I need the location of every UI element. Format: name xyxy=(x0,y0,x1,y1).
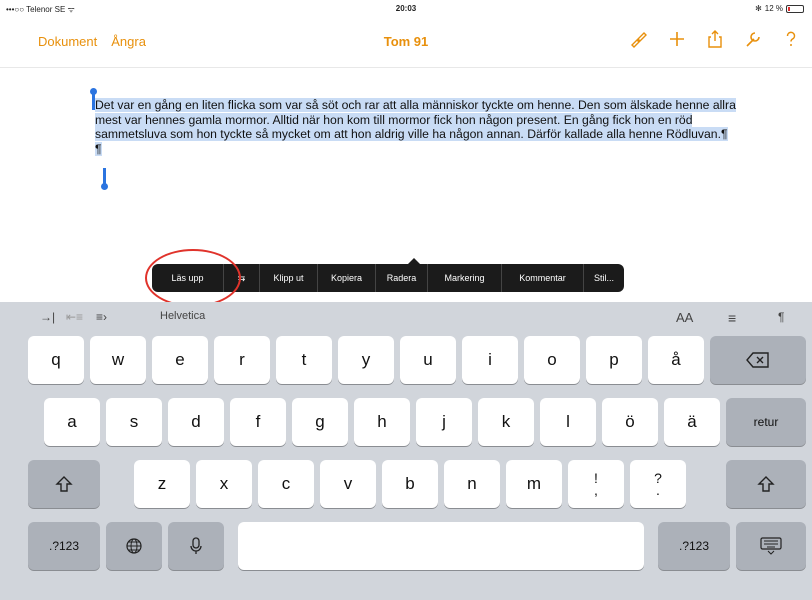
nav-right xyxy=(628,28,802,50)
key-u[interactable]: u xyxy=(400,336,456,384)
key-d[interactable]: d xyxy=(168,398,224,446)
status-right: ✻ 12 % xyxy=(755,4,804,13)
hide-keyboard-key[interactable] xyxy=(736,522,806,570)
key-b[interactable]: b xyxy=(382,460,438,508)
key-y[interactable]: y xyxy=(338,336,394,384)
key-c[interactable]: c xyxy=(258,460,314,508)
battery-icon xyxy=(786,4,804,13)
key-exclamation-bottom: , xyxy=(594,482,598,498)
numbers-key-right[interactable]: .?123 xyxy=(658,522,730,570)
backspace-icon xyxy=(746,352,769,368)
key-m[interactable]: m xyxy=(506,460,562,508)
shift-key-left[interactable] xyxy=(28,460,100,508)
share-icon[interactable] xyxy=(704,28,726,50)
key-g[interactable]: g xyxy=(292,398,348,446)
key-o[interactable]: o xyxy=(524,336,580,384)
undo-button[interactable]: Ångra xyxy=(111,34,146,49)
menu-delete-button[interactable]: Radera xyxy=(376,264,428,292)
globe-key[interactable] xyxy=(106,522,162,570)
shortcut-bar: →| ⇤≡ ≡› Helvetica AA ≡ ¶ xyxy=(0,302,812,334)
key-a[interactable]: a xyxy=(44,398,100,446)
shift-icon xyxy=(757,476,775,492)
nav-bar: Dokument Ångra Tom 91 xyxy=(0,18,812,68)
menu-comment-button[interactable]: Kommentar xyxy=(502,264,584,292)
tab-indent-icon[interactable]: →| xyxy=(40,310,55,324)
space-bar[interactable] xyxy=(238,522,644,570)
text-size-button[interactable]: AA xyxy=(676,310,693,325)
invisibles-button[interactable]: ¶ xyxy=(778,310,784,324)
return-key[interactable]: retur xyxy=(726,398,806,446)
nav-left: Dokument Ångra xyxy=(38,34,146,49)
status-bar: •••○○ Telenor SE ᯤ 20:03 ✻ 12 % xyxy=(0,0,812,16)
key-t[interactable]: t xyxy=(276,336,332,384)
outdent-icon[interactable]: ⇤≡ xyxy=(66,310,83,324)
document-body[interactable]: Det var en gång en liten flicka som var … xyxy=(95,98,755,156)
document-title[interactable]: Tom 91 xyxy=(384,34,429,49)
menu-style-button[interactable]: Stil... xyxy=(584,264,624,292)
key-q[interactable]: q xyxy=(28,336,84,384)
key-z[interactable]: z xyxy=(134,460,190,508)
numbers-key-left[interactable]: .?123 xyxy=(28,522,100,570)
align-button[interactable]: ≡ xyxy=(728,310,736,326)
dictation-key[interactable] xyxy=(168,522,224,570)
shift-key-right[interactable] xyxy=(726,460,806,508)
wrench-icon[interactable] xyxy=(742,28,764,50)
menu-swap-icon[interactable]: ⇆ xyxy=(224,264,260,292)
key-w[interactable]: w xyxy=(90,336,146,384)
menu-select-button[interactable]: Markering xyxy=(428,264,502,292)
key-i[interactable]: i xyxy=(462,336,518,384)
globe-icon xyxy=(126,538,142,554)
key-l[interactable]: l xyxy=(540,398,596,446)
key-v[interactable]: v xyxy=(320,460,376,508)
key-r[interactable]: r xyxy=(214,336,270,384)
key-exclamation[interactable]: !, xyxy=(568,460,624,508)
help-icon[interactable] xyxy=(780,28,802,50)
font-name-button[interactable]: Helvetica xyxy=(160,310,205,322)
documents-button[interactable]: Dokument xyxy=(38,34,97,49)
clock: 20:03 xyxy=(395,4,417,13)
indent-icon[interactable]: ≡› xyxy=(96,310,107,324)
key-p[interactable]: p xyxy=(586,336,642,384)
document-canvas[interactable]: Det var en gång en liten flicka som var … xyxy=(0,68,812,307)
plus-icon[interactable] xyxy=(666,28,688,50)
key-h[interactable]: h xyxy=(354,398,410,446)
key-question-bottom: . xyxy=(656,482,660,498)
backspace-key[interactable] xyxy=(710,336,806,384)
battery-percent: 12 % xyxy=(764,4,783,13)
edit-context-menu: Läs upp ⇆ Klipp ut Kopiera Radera Marker… xyxy=(152,258,624,292)
brush-icon[interactable] xyxy=(628,28,650,50)
key-s[interactable]: s xyxy=(106,398,162,446)
empty-paragraph-mark[interactable]: ¶ xyxy=(95,141,102,156)
key-k[interactable]: k xyxy=(478,398,534,446)
bluetooth-icon: ✻ xyxy=(755,4,762,13)
key-x[interactable]: x xyxy=(196,460,252,508)
key-j[interactable]: j xyxy=(416,398,472,446)
key-f[interactable]: f xyxy=(230,398,286,446)
selected-paragraph[interactable]: Det var en gång en liten flicka som var … xyxy=(95,98,736,141)
key-question[interactable]: ?. xyxy=(630,460,686,508)
key-o-umlaut[interactable]: ö xyxy=(602,398,658,446)
keyboard: →| ⇤≡ ≡› Helvetica AA ≡ ¶ q w e r t y u … xyxy=(0,302,812,600)
selection-end-handle[interactable] xyxy=(101,168,108,190)
shift-icon xyxy=(55,476,73,492)
menu-cut-button[interactable]: Klipp ut xyxy=(260,264,318,292)
key-a-ring[interactable]: å xyxy=(648,336,704,384)
menu-copy-button[interactable]: Kopiera xyxy=(318,264,376,292)
key-n[interactable]: n xyxy=(444,460,500,508)
key-e[interactable]: e xyxy=(152,336,208,384)
menu-speak-button[interactable]: Läs upp xyxy=(152,264,224,292)
microphone-icon xyxy=(190,537,202,554)
key-a-umlaut[interactable]: ä xyxy=(664,398,720,446)
keyboard-hide-icon xyxy=(760,537,782,555)
